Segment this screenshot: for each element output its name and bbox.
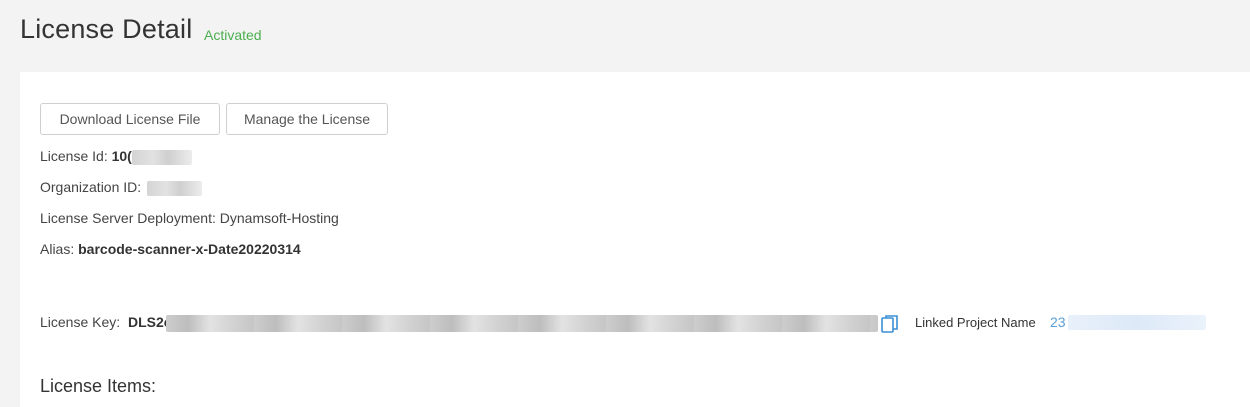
- alias-label: Alias:: [40, 241, 75, 257]
- license-id-redaction: [131, 149, 192, 165]
- license-key-row: License Key: DLS2e Linked Project Name 2…: [40, 313, 1220, 333]
- organization-id-redaction: [147, 180, 203, 196]
- linked-project-value[interactable]: 23: [1050, 314, 1066, 330]
- deployment-label: License Server Deployment:: [40, 210, 216, 226]
- alias-row: Alias: barcode-scanner-x-Date20220314: [40, 241, 301, 257]
- license-detail-panel: Download License File Manage the License…: [20, 72, 1250, 407]
- page-title: License Detail: [20, 14, 193, 44]
- license-id-value: 10(: [111, 148, 132, 164]
- organization-id-label: Organization ID:: [40, 179, 142, 195]
- license-id-row: License Id: 10(: [40, 148, 192, 165]
- license-key-redaction: [166, 315, 878, 332]
- alias-value: barcode-scanner-x-Date20220314: [78, 241, 301, 257]
- page-header: License Detail Activated: [0, 0, 1250, 72]
- deployment-value: Dynamsoft-Hosting: [219, 210, 339, 226]
- status-badge: Activated: [204, 27, 262, 43]
- manage-license-button[interactable]: Manage the License: [226, 103, 388, 135]
- license-key-label: License Key:: [40, 314, 121, 330]
- linked-project-redaction: [1068, 315, 1206, 330]
- organization-id-row: Organization ID:: [40, 179, 203, 196]
- download-license-file-button[interactable]: Download License File: [40, 103, 220, 135]
- deployment-row: License Server Deployment: Dynamsoft-Hos…: [40, 210, 339, 226]
- copy-icon[interactable]: [881, 314, 899, 334]
- linked-project-label: Linked Project Name: [915, 315, 1036, 330]
- license-id-label: License Id:: [40, 148, 108, 164]
- license-items-title: License Items:: [40, 376, 157, 396]
